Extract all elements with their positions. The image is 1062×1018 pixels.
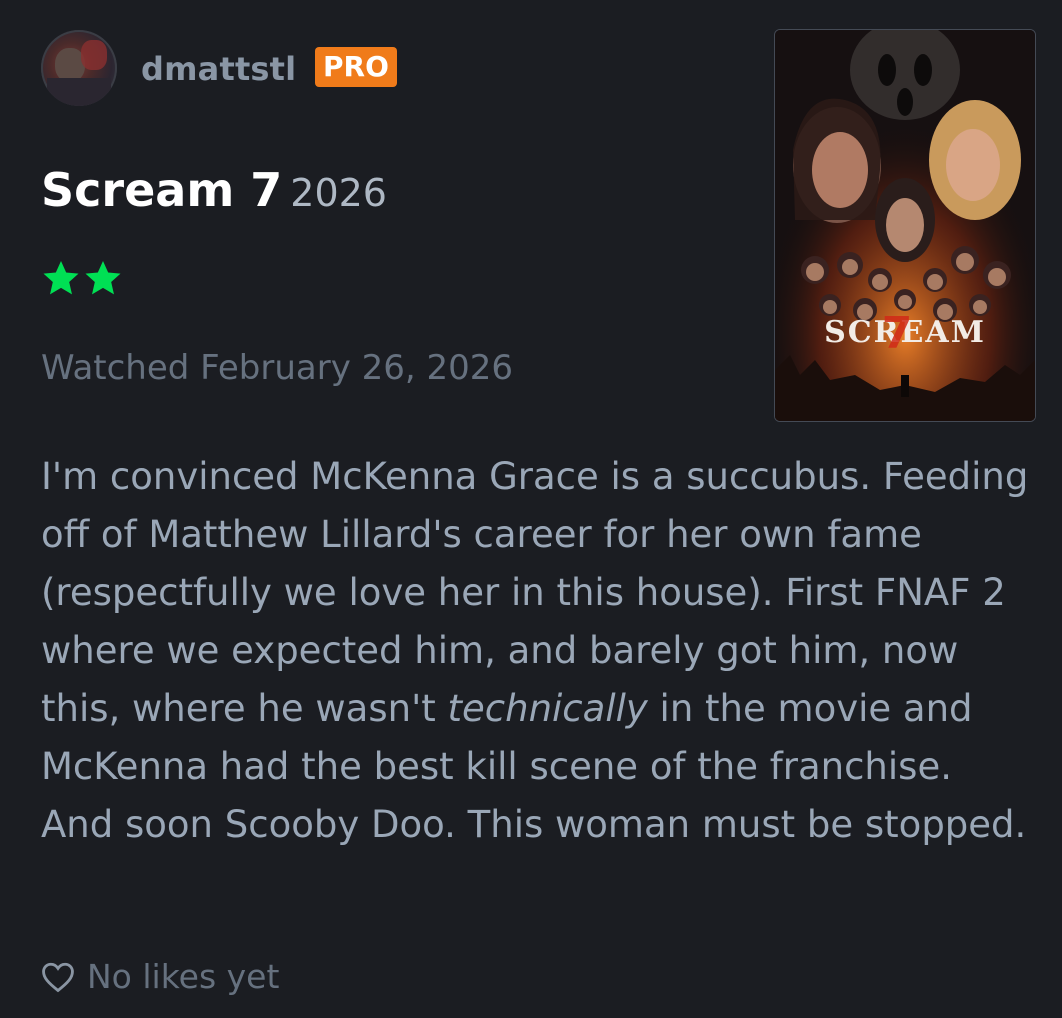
poster-seven: 7 bbox=[882, 308, 913, 359]
film-poster[interactable]: SCREAM 7 bbox=[774, 29, 1036, 422]
poster-artwork: SCREAM 7 bbox=[775, 30, 1035, 421]
film-title-row: Scream 7 2026 bbox=[41, 160, 387, 231]
avatar-photo-shape bbox=[47, 78, 111, 106]
heart-icon[interactable] bbox=[41, 961, 75, 993]
film-year[interactable]: 2026 bbox=[290, 171, 387, 215]
likes-label: No likes yet bbox=[87, 957, 280, 996]
watched-date: Watched February 26, 2026 bbox=[41, 348, 514, 388]
user-avatar[interactable] bbox=[41, 30, 117, 106]
review-text: I'm convinced McKenna Grace is a succubu… bbox=[41, 448, 1031, 854]
rating-stars bbox=[41, 258, 123, 298]
review-text-emphasis: technically bbox=[447, 687, 648, 730]
film-title[interactable]: Scream 7 bbox=[41, 163, 282, 217]
username-link[interactable]: dmattstl bbox=[141, 47, 296, 91]
avatar-photo-shape bbox=[81, 40, 107, 70]
star-icon bbox=[43, 261, 79, 295]
likes-row[interactable]: No likes yet bbox=[41, 955, 279, 999]
star-icon bbox=[85, 261, 121, 295]
pro-badge: PRO bbox=[315, 47, 397, 87]
